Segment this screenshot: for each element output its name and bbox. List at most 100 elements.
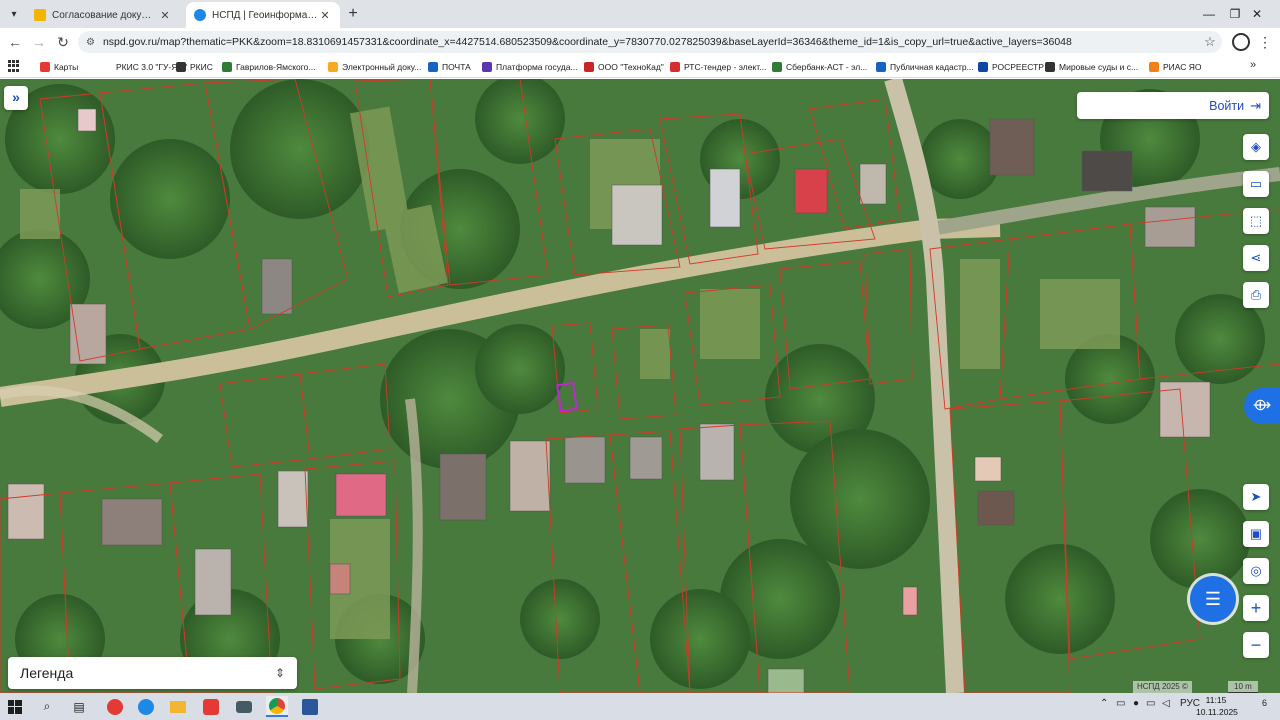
profile-icon[interactable]	[1232, 33, 1250, 51]
bookmark-favicon-icon	[584, 62, 594, 72]
tab-search-button[interactable]: ▾	[4, 4, 24, 24]
chevron-updown-icon: ⇕	[274, 666, 285, 680]
chat-icon[interactable]: ☰	[1190, 576, 1236, 622]
assistant-icon[interactable]: ⟴	[1244, 388, 1280, 424]
bookmark-item[interactable]: ООО "ТехноКад"	[584, 59, 664, 75]
bookmark-label: РОСРЕЕСТР	[992, 62, 1044, 72]
bookmark-label: Платформа госуда...	[496, 62, 578, 72]
browser-toolbar: ← → ↻ ⚙ nspd.gov.ru/map?thematic=PKK&zoo…	[0, 28, 1280, 56]
bookmark-item[interactable]: Сбербанк-АСТ - эл...	[772, 59, 867, 75]
address-bar[interactable]: ⚙ nspd.gov.ru/map?thematic=PKK&zoom=18.8…	[78, 31, 1222, 53]
close-tab-icon[interactable]: ✕	[158, 9, 172, 22]
bookmark-favicon-icon	[670, 62, 680, 72]
reload-button[interactable]: ↻	[52, 31, 74, 53]
bookmark-favicon-icon	[102, 62, 112, 72]
bookmark-item[interactable]: Мировые суды и с...	[1045, 59, 1138, 75]
bookmark-item[interactable]: РИАС ЯО	[1149, 59, 1202, 75]
bookmark-favicon-icon	[428, 62, 438, 72]
start-icon[interactable]	[4, 696, 26, 717]
bookmark-favicon-icon	[328, 62, 338, 72]
bookmark-label: Электронный доку...	[342, 62, 422, 72]
bookmark-favicon-icon	[222, 62, 232, 72]
geolocate-icon[interactable]: ◎	[1243, 558, 1269, 584]
menu-icon[interactable]: ⋮	[1258, 33, 1272, 51]
bookmark-item[interactable]: РОСРЕЕСТР	[978, 59, 1044, 75]
chrome-icon[interactable]	[266, 696, 288, 717]
tab-documents[interactable]: Согласование документов : Н ✕	[26, 2, 180, 28]
bookmark-label: Публичная кадастр...	[890, 62, 974, 72]
login-icon: ⇥	[1250, 97, 1261, 113]
bookmark-item[interactable]: РКИС 3.0 "ГУ-ЯО"	[102, 59, 187, 75]
forward-button[interactable]: →	[28, 31, 50, 53]
tab-title: НСПД | Геоинформационный	[212, 9, 318, 21]
search-icon[interactable]: ⌕	[36, 696, 58, 717]
tab-strip: ▾ Согласование документов : Н ✕ НСПД | Г…	[0, 0, 1280, 28]
site-info-icon[interactable]: ⚙	[86, 37, 95, 48]
back-button[interactable]: ←	[4, 31, 26, 53]
login-button[interactable]: Войти ⇥	[1077, 92, 1269, 119]
satellite-imagery[interactable]	[0, 79, 1280, 693]
display-icon[interactable]: ▭	[1146, 698, 1155, 709]
bookmark-item[interactable]: РТС-тендер - элект...	[670, 59, 766, 75]
bookmark-label: РТС-тендер - элект...	[684, 62, 767, 72]
scale-bar: 10 m	[1228, 681, 1258, 693]
map-view[interactable]: » Войти ⇥ ◈ ▭ ⬚ ⋖ ⎙ ⟴ ➤ ▣ ◎ + − ☰ Легенд…	[0, 79, 1280, 693]
app-icon[interactable]	[233, 696, 255, 717]
close-tab-icon[interactable]: ✕	[318, 9, 332, 22]
bookmark-label: Мировые суды и с...	[1059, 62, 1139, 72]
new-tab-button[interactable]: +	[344, 5, 362, 23]
edge-icon[interactable]	[135, 696, 157, 717]
clock-time: 11:15	[1205, 695, 1227, 705]
more-bookmarks-icon[interactable]: »	[1250, 59, 1256, 71]
bookmarks-bar: Карты РКИС 3.0 "ГУ-ЯО" РКИС Гаврилов-Ямског…	[0, 56, 1280, 78]
tab-nspd[interactable]: НСПД | Геоинформационный ✕	[186, 2, 340, 28]
apps-icon[interactable]	[8, 60, 20, 72]
bookmark-label: РКИС	[190, 62, 213, 72]
close-window-button[interactable]: ✕	[1234, 4, 1280, 24]
yandex-browser-icon[interactable]	[104, 696, 126, 717]
bookmark-favicon-icon	[1149, 62, 1159, 72]
login-label: Войти	[1209, 98, 1245, 113]
bookmark-item[interactable]: Карты	[40, 59, 78, 75]
tray-chevron-icon[interactable]: ⌃	[1100, 698, 1108, 709]
ruler-icon[interactable]: ▭	[1243, 171, 1269, 197]
bookmark-favicon-icon	[40, 62, 50, 72]
zoom-out-button[interactable]: −	[1243, 632, 1269, 658]
navigate-icon[interactable]: ➤	[1243, 484, 1269, 510]
url-text[interactable]: nspd.gov.ru/map?thematic=PKK&zoom=18.831…	[103, 36, 1198, 48]
print-icon[interactable]: ⎙	[1243, 282, 1269, 308]
microphone-icon[interactable]: ●	[1133, 698, 1139, 709]
bookmark-favicon-icon	[772, 62, 782, 72]
zoom-in-button[interactable]: +	[1243, 595, 1269, 621]
bookmark-item[interactable]: Публичная кадастр...	[876, 59, 974, 75]
bookmark-item[interactable]: Электронный доку...	[328, 59, 421, 75]
task-view-icon[interactable]: ▤	[68, 696, 90, 717]
clock[interactable]: 11:15 10.11.2025	[1196, 694, 1238, 718]
expand-panel-button[interactable]: »	[4, 86, 28, 110]
bookmark-star-icon[interactable]: ☆	[1198, 34, 1222, 50]
legend-select[interactable]: Легенда ⇕	[8, 657, 297, 689]
file-explorer-icon[interactable]	[167, 696, 189, 717]
bookmark-label: Карты	[54, 62, 79, 72]
word-icon[interactable]	[299, 696, 321, 717]
minimap-icon[interactable]: ▣	[1243, 521, 1269, 547]
bookmark-item[interactable]: ПОЧТА	[428, 59, 471, 75]
bookmark-item[interactable]: РКИС	[176, 59, 213, 75]
nspd-favicon-icon	[194, 9, 206, 21]
copyright-text: НСПД 2025 ©	[1133, 681, 1192, 693]
bookmark-favicon-icon	[1045, 62, 1055, 72]
bookmark-label: ПОЧТА	[442, 62, 471, 72]
network-icon[interactable]: ▭	[1116, 698, 1125, 709]
volume-icon[interactable]: ◁	[1162, 698, 1170, 709]
bookmark-favicon-icon	[978, 62, 988, 72]
layers-icon[interactable]: ◈	[1243, 134, 1269, 160]
bookmark-label: ООО "ТехноКад"	[598, 62, 664, 72]
legend-label: Легенда	[20, 665, 74, 681]
bookmark-label: Сбербанк-АСТ - эл...	[786, 62, 868, 72]
yandex-icon[interactable]	[200, 696, 222, 717]
bookmark-item[interactable]: Гаврилов-Ямского...	[222, 59, 315, 75]
notifications-badge[interactable]: 6	[1262, 698, 1267, 708]
bookmark-item[interactable]: Платформа госуда...	[482, 59, 578, 75]
share-icon[interactable]: ⋖	[1243, 245, 1269, 271]
select-area-icon[interactable]: ⬚	[1243, 208, 1269, 234]
